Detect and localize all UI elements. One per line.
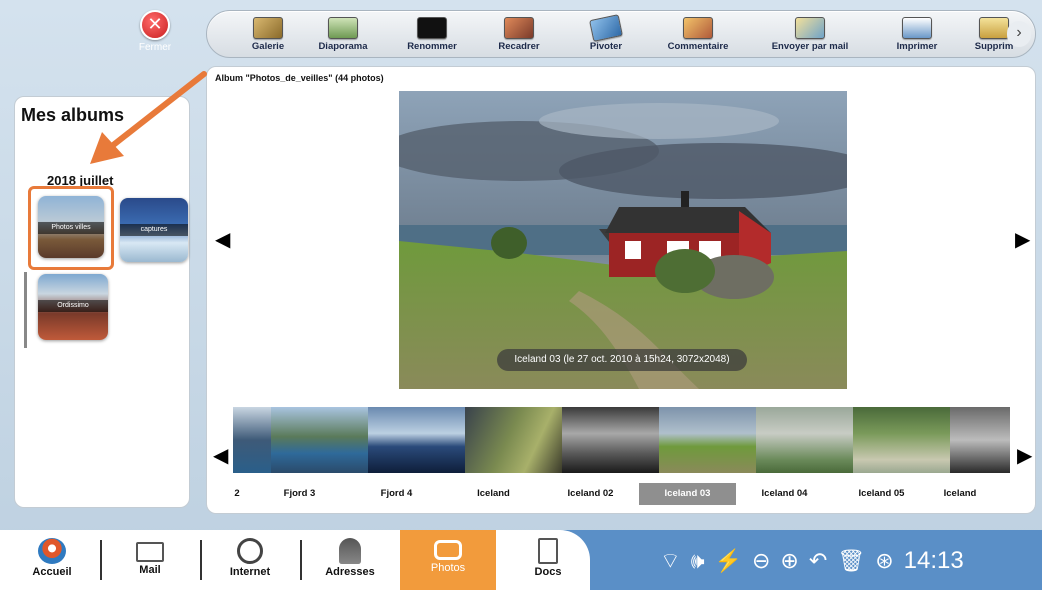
print-icon [902, 16, 932, 39]
home-icon [38, 538, 66, 564]
globe-icon [237, 538, 263, 564]
film-thumb-2[interactable] [368, 407, 465, 473]
send-mail-icon [795, 16, 825, 39]
trash-icon[interactable]: 🗑 [837, 546, 865, 576]
sidebar-scrollbar[interactable] [24, 272, 27, 348]
film-thumb-5[interactable] [659, 407, 756, 473]
delete-icon [979, 16, 1009, 39]
taskbar-divider [200, 540, 202, 580]
gallery-button[interactable]: Galerie [237, 16, 299, 52]
camera-icon [434, 540, 462, 560]
send-mail-button[interactable]: Envoyer par mail [745, 16, 875, 52]
taskbar-contacts[interactable]: Adresses [314, 534, 386, 588]
album-captures[interactable]: captures [120, 198, 188, 262]
toolbar: Galerie Diaporama Renommer Recadrer Pivo… [206, 10, 1036, 58]
taskbar-photos[interactable]: Photos [400, 530, 496, 590]
crop-button[interactable]: Recadrer [477, 16, 561, 52]
taskbar-internet[interactable]: Internet [218, 534, 282, 588]
film-label: Iceland [943, 488, 977, 499]
zoom-in-icon[interactable]: ⊕ [780, 546, 798, 576]
rotate-button[interactable]: Pivoter [561, 13, 651, 52]
rename-button[interactable]: Renommer [387, 16, 477, 52]
filmstrip-next-button[interactable]: ▶ [1017, 443, 1032, 467]
next-photo-button[interactable]: ▶ [1015, 227, 1030, 251]
documents-icon [538, 538, 558, 564]
film-label-selected: Iceland 03 [639, 483, 736, 505]
close-icon: ✕ [140, 10, 170, 40]
film-label: Fjord 4 [380, 488, 413, 499]
film-thumb-6[interactable] [756, 407, 853, 473]
crop-icon [504, 16, 534, 39]
film-thumb-4[interactable] [562, 407, 659, 473]
close-label: Fermer [138, 42, 172, 53]
prev-photo-button[interactable]: ◀ [215, 227, 230, 251]
close-button[interactable]: ✕ Fermer [132, 10, 178, 60]
film-label: 2 [234, 488, 240, 499]
taskbar-docs[interactable]: Docs [518, 534, 578, 588]
clock: 14:13 [903, 547, 964, 574]
film-label: Iceland 05 [858, 488, 905, 499]
album-header: Album "Photos_de_veilles" (44 photos) [215, 73, 384, 83]
main-photo[interactable] [399, 91, 847, 389]
filmstrip-prev-button[interactable]: ◀ [213, 443, 228, 467]
comment-icon [683, 16, 713, 39]
film-label: Iceland 04 [761, 488, 808, 499]
photo-app: ✕ Fermer Galerie Diaporama Renommer Reca… [0, 0, 1042, 590]
taskbar-left [0, 530, 590, 590]
film-label: Iceland 02 [567, 488, 614, 499]
gallery-icon [253, 16, 283, 39]
album-ordissimo[interactable]: Ordissimo [38, 274, 108, 340]
taskbar-home[interactable]: Accueil [22, 534, 82, 588]
wifi-icon[interactable]: ⌔ [660, 546, 681, 576]
volume-icon[interactable]: 🕪 [691, 546, 705, 576]
status-area: ⌔ 🕪 ⚡ ⊖ ⊕ ↶ 🗑 ⊛ 14:13 [660, 544, 964, 578]
film-thumb-0[interactable] [233, 407, 271, 473]
taskbar-divider [100, 540, 102, 580]
rename-icon [417, 16, 447, 39]
photo-viewer: Album "Photos_de_veilles" (44 photos) Ic… [206, 66, 1036, 514]
film-thumb-7[interactable] [853, 407, 950, 473]
film-thumb-8[interactable] [950, 407, 1010, 473]
film-label: Iceland [477, 488, 510, 499]
albums-title: Mes albums [21, 105, 125, 125]
comment-button[interactable]: Commentaire [651, 16, 745, 52]
film-label: Fjord 3 [283, 488, 316, 499]
film-thumb-1[interactable] [271, 407, 368, 473]
taskbar-divider [300, 540, 302, 580]
undo-icon[interactable]: ↶ [809, 546, 827, 576]
landscape-photo-icon [399, 91, 847, 389]
print-button[interactable]: Imprimer [875, 16, 959, 52]
help-icon[interactable]: ⊛ [875, 546, 893, 576]
film-thumb-3[interactable] [465, 407, 562, 473]
mail-icon [136, 542, 164, 562]
photo-caption: Iceland 03 (le 27 oct. 2010 à 15h24, 307… [497, 349, 747, 371]
battery-charging-icon[interactable]: ⚡ [715, 546, 742, 576]
chevron-right-icon[interactable]: › [1007, 21, 1031, 47]
album-photos-villes[interactable]: Photos villes [38, 196, 104, 258]
taskbar-mail[interactable]: Mail [120, 534, 180, 588]
zoom-out-icon[interactable]: ⊖ [752, 546, 770, 576]
filmstrip [233, 407, 1015, 473]
filmstrip-labels: 2 Fjord 3 Fjord 4 Iceland Iceland 02 Ice… [223, 483, 1019, 505]
rotate-icon [589, 13, 623, 42]
slideshow-icon [328, 16, 358, 39]
contacts-icon [339, 538, 361, 564]
slideshow-button[interactable]: Diaporama [299, 16, 387, 52]
